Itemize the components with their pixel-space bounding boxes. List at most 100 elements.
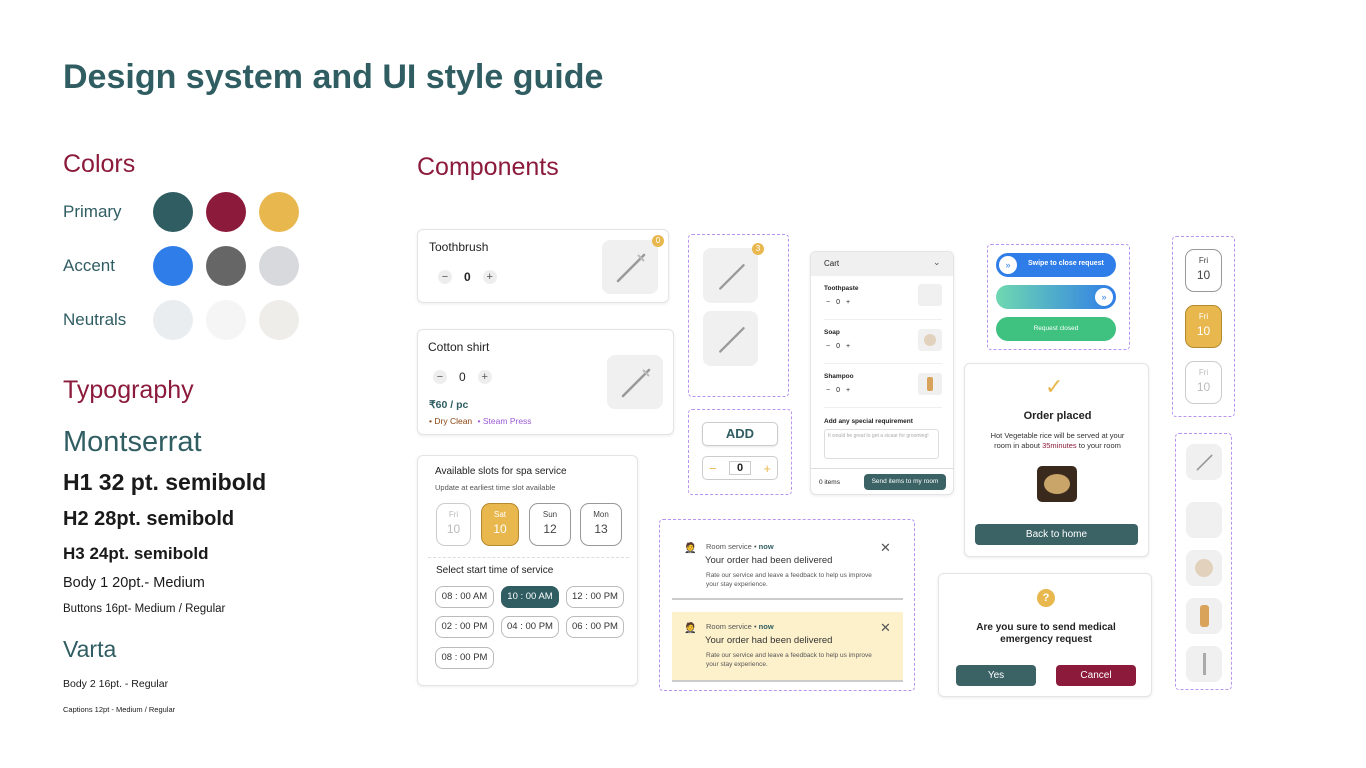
minus-icon: − — [826, 299, 831, 306]
product-thumbnail-list — [1175, 433, 1232, 690]
product-thumbnail[interactable] — [703, 311, 758, 366]
swipe-label: Swipe to close request — [1028, 260, 1104, 267]
close-icon[interactable]: ✕ — [880, 540, 891, 556]
colors-heading: Colors — [63, 150, 136, 178]
notification-body: your stay experience. — [706, 661, 768, 668]
page-title: Design system and UI style guide — [63, 58, 604, 96]
shampoo-icon — [1186, 598, 1222, 634]
notification-body: Rate our service and leave a feedback to… — [706, 572, 872, 579]
quantity-stepper[interactable]: −0 + — [826, 387, 850, 394]
accent-swatch-blue — [153, 246, 193, 286]
notification-body: Rate our service and leave a feedback to… — [706, 652, 872, 659]
date-chip[interactable]: Sun 12 — [529, 503, 571, 546]
quantity-stepper[interactable]: − 0 + — [433, 370, 492, 384]
confirm-message-line1: Are you sure to send medical — [976, 622, 1116, 633]
special-requirement-input[interactable]: It would be great to get a sicaar for gr… — [824, 429, 939, 459]
time-slot[interactable]: 02 : 00 PM — [435, 616, 494, 638]
spa-slots-card: Available slots for spa service Update a… — [417, 455, 638, 686]
plus-icon[interactable]: + — [763, 461, 771, 476]
date-chip-default[interactable]: Fri 10 — [1185, 249, 1222, 292]
minus-icon[interactable]: − — [433, 370, 447, 384]
quantity-value: 0 — [729, 461, 751, 475]
typo-h3: H3 24pt. semibold — [63, 544, 209, 563]
toothbrush-icon — [616, 253, 646, 283]
cart-item-name: Toothpaste — [824, 285, 859, 292]
typo-captions: Captions 12pt - Medium / Regular — [63, 705, 176, 714]
toothbrush-icon — [1186, 444, 1222, 480]
spa-title: Available slots for spa service — [435, 466, 567, 477]
plus-icon[interactable]: + — [482, 270, 497, 284]
time-slot[interactable]: 04 : 00 PM — [501, 616, 559, 638]
notification-highlighted[interactable]: 🤵 Room service • now Your order had been… — [672, 612, 903, 682]
confirm-dialog: ? Are you sure to send medical emergency… — [938, 573, 1152, 697]
quantity-value: 0 — [464, 270, 471, 284]
back-to-home-button[interactable]: Back to home — [975, 524, 1138, 545]
typo-body1: Body 1 20pt.- Medium — [63, 575, 205, 591]
plus-icon: + — [846, 343, 851, 350]
item-name: Toothbrush — [429, 240, 489, 254]
food-image — [1037, 466, 1077, 502]
minus-icon[interactable]: − — [438, 270, 452, 284]
double-chevron-icon[interactable]: » — [999, 256, 1017, 274]
time-slot[interactable]: 06 : 00 PM — [566, 616, 624, 638]
cancel-button[interactable]: Cancel — [1056, 665, 1136, 686]
quantity-value: 0 — [836, 387, 840, 394]
confirm-message-line2: emergency request — [1000, 634, 1092, 645]
request-closed-state: Request closed — [996, 317, 1116, 341]
quantity-stepper[interactable]: − 0 + — [702, 456, 778, 480]
send-items-button[interactable]: Send items to my room — [864, 474, 946, 490]
primary-swatch-gold — [259, 192, 299, 232]
order-message-line2: room in about 35minutes to your room — [994, 441, 1121, 450]
chevron-down-icon[interactable]: ⌄ — [933, 257, 941, 268]
quantity-stepper[interactable]: − 0 + — [438, 270, 497, 284]
notification-title: Your order had been delivered — [705, 635, 833, 646]
service-tags: • Dry Clean • Steam Press — [429, 416, 532, 426]
notification-body: your stay experience. — [706, 581, 768, 588]
time-slot[interactable]: 08 : 00 PM — [435, 647, 494, 669]
time-slot[interactable]: 12 : 00 PM — [566, 586, 624, 608]
accent-label: Accent — [63, 256, 115, 275]
toothbrush-card[interactable]: Toothbrush − 0 + 0 — [417, 229, 669, 303]
cart-panel: Cart ⌄ Toothpaste −0 + Soap −0 + Shampoo −… — [810, 251, 954, 495]
quantity-value: 0 — [836, 299, 840, 306]
toothpaste-icon — [1186, 502, 1222, 538]
order-placed-title: Order placed — [1023, 410, 1092, 422]
question-icon: ? — [1037, 589, 1055, 607]
date-chip-selected[interactable]: Sat 10 — [481, 503, 519, 546]
swipe-to-close-slider[interactable]: » Swipe to close request — [996, 253, 1116, 277]
plus-icon[interactable]: + — [477, 370, 492, 384]
primary-label: Primary — [63, 202, 122, 221]
shampoo-icon — [918, 373, 942, 395]
date-chip-selected[interactable]: Fri 10 — [1185, 305, 1222, 348]
items-count: 0 items — [819, 479, 840, 486]
soap-icon — [918, 329, 942, 351]
font-montserrat: Montserrat — [63, 426, 202, 458]
quantity-stepper[interactable]: −0 + — [826, 299, 850, 306]
notification[interactable]: 🤵 Room service • now Your order had been… — [672, 534, 903, 600]
special-requirement-label: Add any special requirement — [824, 418, 913, 425]
minus-icon: − — [826, 343, 831, 350]
date-chip-disabled: Fri 10 — [436, 503, 471, 546]
minus-icon[interactable]: − — [709, 461, 717, 476]
toothpaste-icon — [918, 284, 942, 306]
add-button[interactable]: ADD — [702, 422, 778, 446]
cart-header[interactable]: Cart ⌄ — [811, 252, 953, 276]
time-slot-selected[interactable]: 10 : 00 AM — [501, 586, 559, 608]
double-chevron-icon[interactable]: » — [1095, 288, 1113, 306]
accent-swatch-light-gray — [259, 246, 299, 286]
typo-body2: Body 2 16pt. - Regular — [63, 678, 169, 690]
swipe-progress-slider[interactable]: » — [996, 285, 1116, 309]
item-name: Cotton shirt — [428, 340, 490, 354]
razor-icon — [1186, 646, 1222, 682]
product-thumbnail — [602, 240, 658, 294]
close-icon[interactable]: ✕ — [880, 620, 891, 636]
product-thumbnail[interactable] — [703, 248, 758, 303]
room-service-icon: 🤵 — [684, 623, 697, 634]
yes-button[interactable]: Yes — [956, 665, 1036, 686]
time-slot[interactable]: 08 : 00 AM — [435, 586, 494, 608]
cotton-shirt-card[interactable]: Cotton shirt − 0 + ₹60 / pc • Dry Clean … — [417, 329, 674, 435]
neutral-swatch-2 — [206, 300, 246, 340]
quantity-value: 0 — [836, 343, 840, 350]
date-chip[interactable]: Mon 13 — [580, 503, 622, 546]
quantity-stepper[interactable]: −0 + — [826, 343, 850, 350]
